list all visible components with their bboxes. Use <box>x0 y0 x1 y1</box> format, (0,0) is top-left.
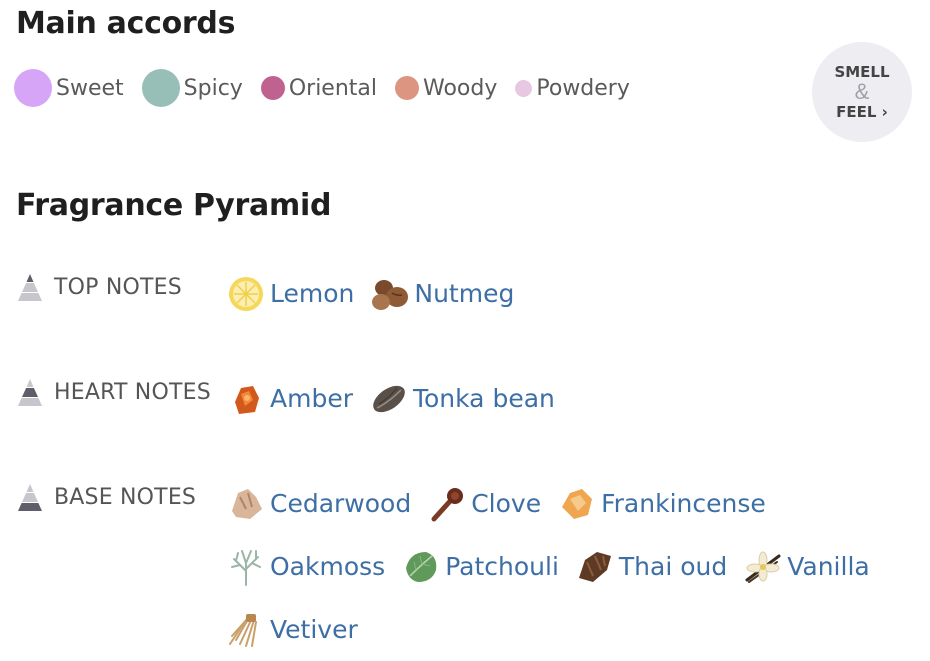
oakmoss-icon <box>226 547 266 587</box>
note-oakmoss[interactable]: Oakmoss <box>226 535 385 598</box>
accord-dot-icon <box>141 69 180 107</box>
accord-spicy: Spicy <box>141 69 243 107</box>
note-frankincense[interactable]: Frankincense <box>557 472 766 535</box>
accord-label: Spicy <box>183 75 243 101</box>
ampersand-label: & <box>854 79 870 104</box>
note-label: Oakmoss <box>270 552 386 581</box>
heart-notes-header: HEART NOTES <box>14 377 211 407</box>
accord-sweet: Sweet <box>14 69 124 107</box>
base-notes-list: Cedarwood Clove Frankincense Oakmoss Pat… <box>226 472 906 661</box>
smell-and-feel-button[interactable]: SMELL & FEEL › <box>812 42 912 142</box>
clove-icon <box>427 484 467 524</box>
accord-label: Woody <box>423 75 498 101</box>
note-label: Vanilla <box>787 552 870 581</box>
accord-label: Sweet <box>56 75 124 101</box>
cedarwood-icon <box>226 484 266 524</box>
vetiver-icon <box>226 610 266 650</box>
note-label: Lemon <box>270 279 355 308</box>
feel-label: FEEL › <box>836 103 888 121</box>
note-clove[interactable]: Clove <box>427 472 541 535</box>
pyramid-top-icon <box>18 274 42 301</box>
note-vanilla[interactable]: Vanilla <box>743 535 870 598</box>
accords-list: Sweet Spicy Oriental Woody Powdery <box>14 68 648 108</box>
vanilla-icon <box>743 547 783 587</box>
note-label: Thai oud <box>618 552 728 581</box>
note-cedarwood[interactable]: Cedarwood <box>226 472 411 535</box>
amber-icon <box>226 379 266 419</box>
note-label: Patchouli <box>445 552 559 581</box>
fragrance-pyramid-title: Fragrance Pyramid <box>16 188 332 223</box>
accord-dot-icon <box>14 69 52 107</box>
note-label: Tonka bean <box>412 384 555 413</box>
frankincense-icon <box>557 484 597 524</box>
lemon-icon <box>226 274 266 314</box>
accord-dot-icon <box>515 79 533 97</box>
note-vetiver[interactable]: Vetiver <box>226 598 358 661</box>
pyramid-heart-icon <box>18 379 42 406</box>
note-label: Frankincense <box>601 489 766 518</box>
note-label: Vetiver <box>270 615 358 644</box>
base-notes-header: BASE NOTES <box>14 482 196 512</box>
note-thai-oud[interactable]: Thai oud <box>575 535 727 598</box>
top-notes-header: TOP NOTES <box>14 272 182 302</box>
accord-label: Powdery <box>536 75 630 101</box>
top-notes-list: Lemon Nutmeg <box>226 262 906 325</box>
accord-oriental: Oriental <box>260 75 377 101</box>
note-amber[interactable]: Amber <box>226 367 353 430</box>
accord-dot-icon <box>260 76 285 100</box>
accord-label: Oriental <box>288 75 377 101</box>
top-notes-label: TOP NOTES <box>54 274 182 300</box>
main-accords-title: Main accords <box>16 6 236 41</box>
accord-powdery: Powdery <box>515 76 630 101</box>
tonka-bean-icon <box>369 379 409 419</box>
accord-woody: Woody <box>395 76 497 101</box>
note-nutmeg[interactable]: Nutmeg <box>370 262 514 325</box>
heart-notes-list: Amber Tonka bean <box>226 367 906 430</box>
pyramid-base-icon <box>18 484 42 511</box>
note-label: Cedarwood <box>270 489 412 518</box>
base-notes-label: BASE NOTES <box>54 484 197 510</box>
heart-notes-label: HEART NOTES <box>54 379 211 405</box>
note-patchouli[interactable]: Patchouli <box>401 535 559 598</box>
note-label: Nutmeg <box>414 279 515 308</box>
note-tonka-bean[interactable]: Tonka bean <box>369 367 555 430</box>
note-label: Amber <box>270 384 353 413</box>
accord-dot-icon <box>395 76 419 100</box>
thai-oud-icon <box>575 547 615 587</box>
patchouli-icon <box>401 547 441 587</box>
note-lemon[interactable]: Lemon <box>226 262 354 325</box>
nutmeg-icon <box>370 274 410 314</box>
note-label: Clove <box>471 489 542 518</box>
